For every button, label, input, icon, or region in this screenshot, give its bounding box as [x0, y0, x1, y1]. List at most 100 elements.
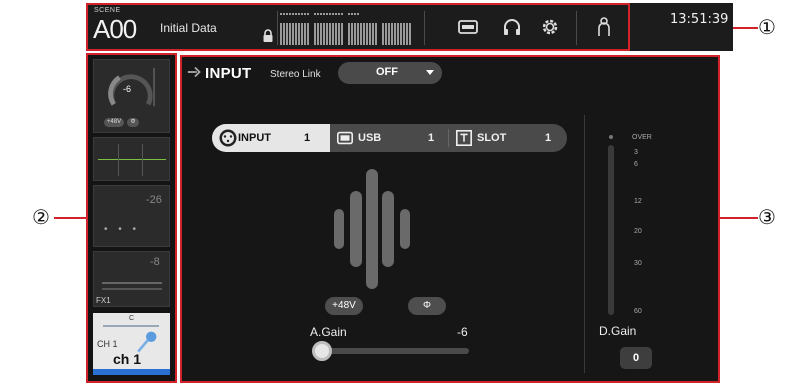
meter-bar [314, 23, 316, 45]
meter-bar [351, 23, 353, 45]
strip-gain-panel[interactable]: -6 +48V Φ [93, 59, 170, 133]
analog-gain-value: -6 [457, 325, 468, 339]
meter-scale-6: 6 [634, 161, 638, 168]
meter-bar [360, 23, 362, 45]
analog-gain-slider[interactable] [324, 348, 469, 354]
strip-eq-panel[interactable] [93, 137, 170, 181]
analog-gain-label: A.Gain [310, 325, 347, 339]
meter-bar [391, 23, 393, 45]
stereo-link-label: Stereo Link [270, 69, 321, 80]
meter-scale-12: 12 [634, 198, 642, 205]
meter-dot [341, 13, 343, 15]
callout-1: ① [758, 15, 776, 39]
meter-bar [409, 23, 411, 45]
input-level-icon [334, 169, 410, 289]
meter-bar [394, 23, 396, 45]
source-input-number: 1 [304, 132, 311, 144]
meter-bar [357, 23, 359, 45]
meter-over-dot [609, 135, 613, 139]
meter-bar [382, 23, 384, 45]
callout-3: ③ [758, 205, 776, 229]
strip-pan-label: C [129, 315, 135, 322]
meter-bar [400, 23, 402, 45]
meter-dot [317, 13, 319, 15]
strip-channel-card[interactable]: C CH 1 ch 1 [93, 313, 170, 375]
strip-level-2: -8 [150, 256, 160, 268]
meter-bar [307, 23, 309, 45]
recorder-icon[interactable] [456, 15, 480, 39]
meter-dot [283, 13, 285, 15]
source-tab-slot[interactable]: SLOT 1 [449, 124, 567, 152]
meter-dot [304, 13, 306, 15]
strip-gain-value: -6 [123, 84, 132, 94]
source-usb-number: 1 [428, 132, 435, 144]
meter-bar [403, 23, 405, 45]
meter-bar [397, 23, 399, 45]
scene-name[interactable]: Initial Data [160, 21, 217, 35]
meter-dot [301, 13, 303, 15]
meter-bar [363, 23, 365, 45]
meter-bar [326, 23, 328, 45]
meter-dot [335, 13, 337, 15]
meter-bar [295, 23, 297, 45]
meter-bar [289, 23, 291, 45]
meter-bar [385, 23, 387, 45]
strip-send-panel[interactable]: -8 FX1 [93, 251, 170, 307]
user-icon[interactable] [592, 15, 616, 39]
meter-dot [338, 13, 340, 15]
meter-bar [304, 23, 306, 45]
meter-dot [286, 13, 288, 15]
stereo-link-value: OFF [376, 66, 398, 78]
scene-number[interactable]: A00 [93, 14, 137, 45]
meter-dot [354, 13, 356, 15]
meter-bar [366, 23, 368, 45]
gear-icon[interactable] [538, 15, 562, 39]
meter-dot [351, 13, 353, 15]
digital-gain-value: 0 [633, 352, 640, 364]
chevron-down-icon [426, 70, 434, 75]
source-selector[interactable]: INPUT 1 USB 1 SLOT 1 [212, 124, 567, 152]
digital-gain-label: D.Gain [599, 324, 637, 338]
toolbar: SCENE A00 Initial Data [86, 3, 630, 51]
meter-bar [369, 23, 371, 45]
channel-strip[interactable]: -6 +48V Φ -26 • • • -8 FX1 C CH 1 ch 1 [86, 53, 177, 383]
analog-gain-knob[interactable] [312, 341, 332, 361]
digital-gain-field[interactable]: 0 [620, 347, 652, 369]
source-usb-label: USB [358, 132, 382, 144]
headphones-icon[interactable] [500, 15, 524, 39]
meter-dot [329, 13, 331, 15]
meter-bar [280, 23, 282, 45]
source-input-label: INPUT [238, 132, 271, 144]
stereo-link-select[interactable]: OFF [338, 62, 442, 84]
source-slot-label: SLOT [477, 132, 507, 144]
meter-dot [280, 13, 282, 15]
meter-dot [348, 13, 350, 15]
meter-dot [357, 13, 359, 15]
clock-area: 13:51:39 [630, 3, 733, 51]
usb-icon [336, 131, 354, 145]
meter-scale-3: 3 [634, 149, 638, 156]
meter-bar [329, 23, 331, 45]
callout-3-line [720, 217, 758, 219]
meter-bar [292, 23, 294, 45]
lock-icon [263, 29, 273, 42]
meter-scale-60: 60 [634, 308, 642, 315]
meter-scale-over: OVER [632, 134, 652, 141]
meter-scale-20: 20 [634, 228, 642, 235]
source-tab-usb[interactable]: USB 1 [330, 124, 448, 152]
strip-fx-label: FX1 [96, 296, 111, 305]
source-slot-number: 1 [545, 132, 552, 144]
slot-icon [455, 129, 473, 147]
meter-bar [298, 23, 300, 45]
meter-dot [326, 13, 328, 15]
phantom-power-button[interactable]: +48V [325, 297, 363, 315]
strip-phantom-badge: +48V [104, 118, 124, 127]
scene-label: SCENE [94, 7, 121, 14]
source-tab-input[interactable]: INPUT 1 [212, 124, 330, 152]
meter-overview[interactable] [280, 13, 418, 45]
phase-button[interactable]: Φ [408, 297, 446, 315]
strip-dynamics-panel[interactable]: -26 • • • [93, 185, 170, 247]
meter-dot [314, 13, 316, 15]
meter-dot [323, 13, 325, 15]
meter-dot [295, 13, 297, 15]
